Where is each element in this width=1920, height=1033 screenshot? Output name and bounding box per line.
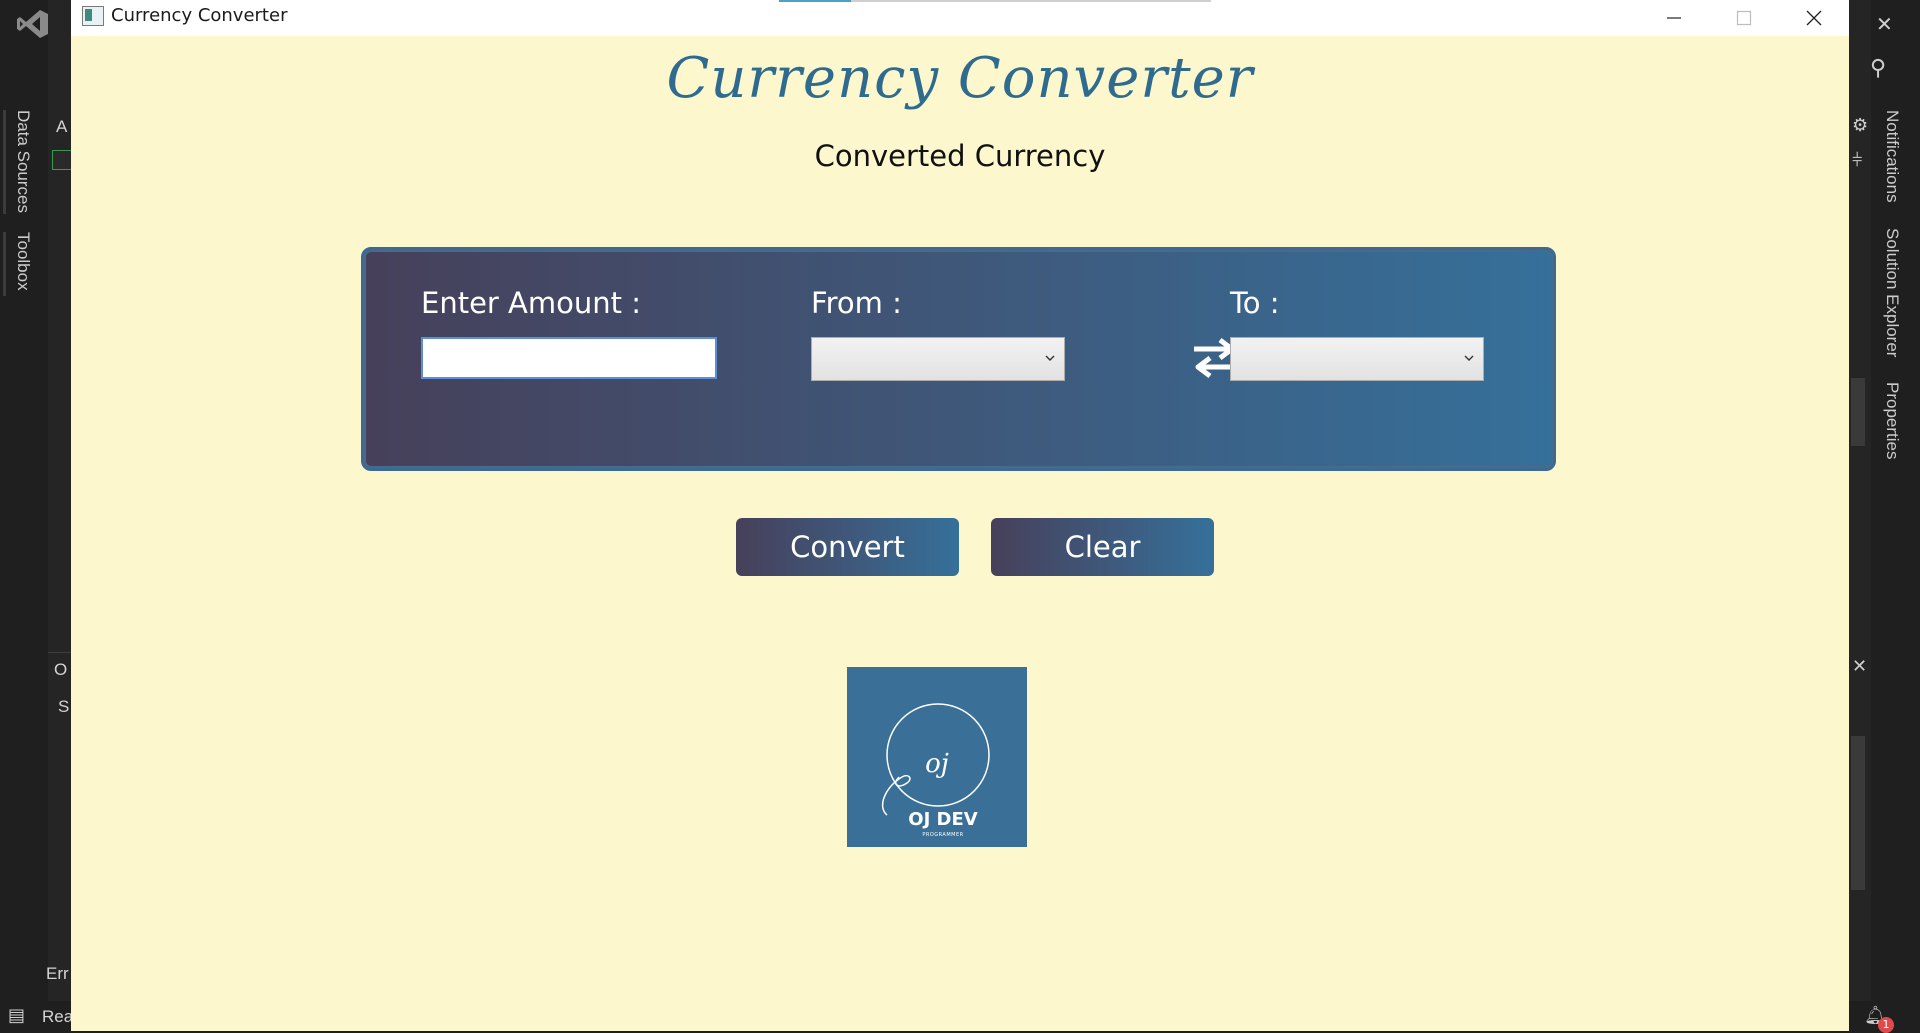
ide-tab-data-sources[interactable]: Data Sources: [13, 110, 33, 213]
ide-fragment: A: [56, 117, 68, 136]
maximize-icon: [1736, 10, 1752, 26]
status-text: Rea: [42, 1007, 74, 1026]
close-button[interactable]: [1779, 0, 1849, 36]
minimize-icon: [1667, 17, 1681, 19]
conversion-panel: Enter Amount : From : To :: [361, 247, 1556, 471]
visual-studio-logo-icon: [17, 10, 48, 38]
logo-name: OJ DEV: [908, 809, 978, 830]
oj-dev-logo: oj OJ DEV PROGRAMMER: [847, 667, 1027, 847]
logo-monogram: oj: [925, 749, 949, 779]
app-icon: [82, 6, 104, 26]
from-currency-dropdown[interactable]: [811, 337, 1065, 381]
ide-left-sidebar: Data Sources Toolbox: [0, 0, 48, 1033]
app-heading: Currency Converter: [666, 46, 1254, 111]
close-icon[interactable]: ✕: [1852, 658, 1867, 676]
logo-tagline: PROGRAMMER: [922, 832, 964, 838]
to-label: To :: [1230, 286, 1280, 320]
close-icon: [1806, 10, 1822, 26]
amount-label: Enter Amount :: [421, 286, 642, 320]
ide-fragment: O: [54, 660, 68, 679]
ide-tab-properties[interactable]: Properties: [1882, 382, 1902, 459]
feedback-icon[interactable]: ⚲: [1870, 58, 1886, 80]
window-title: Currency Converter: [111, 5, 288, 26]
ide-tab-marker: [3, 232, 6, 296]
ide-tab-toolbox[interactable]: Toolbox: [13, 232, 33, 291]
title-bar: Currency Converter: [71, 0, 1849, 36]
ide-tab-marker: [3, 110, 6, 214]
settings-gear-icon[interactable]: ⚙: [1852, 117, 1868, 135]
output-icon[interactable]: ▤: [8, 1007, 25, 1025]
pin-icon[interactable]: ⫩: [1852, 152, 1862, 170]
from-label: From :: [811, 286, 902, 320]
clear-button[interactable]: Clear: [991, 518, 1214, 576]
scrollbar[interactable]: [1851, 378, 1865, 446]
minimize-button[interactable]: [1639, 0, 1709, 36]
ide-fragment: S: [58, 697, 70, 716]
chevron-down-icon: [1464, 355, 1474, 361]
loading-indicator: [779, 0, 851, 2]
loading-track: [851, 0, 1211, 2]
amount-input[interactable]: [421, 337, 717, 379]
ide-tab-solution-explorer[interactable]: Solution Explorer: [1882, 228, 1902, 357]
to-currency-dropdown[interactable]: [1230, 337, 1484, 381]
notification-badge: 1: [1878, 1017, 1894, 1033]
chevron-down-icon: [1045, 355, 1055, 361]
currency-converter-window: Currency Converter Currency Converter Co…: [71, 0, 1849, 1031]
ide-tab-notifications[interactable]: Notifications: [1882, 110, 1902, 203]
convert-button[interactable]: Convert: [736, 518, 959, 576]
maximize-button[interactable]: [1709, 0, 1779, 36]
close-icon[interactable]: ✕: [1876, 14, 1893, 34]
scrollbar[interactable]: [1851, 736, 1865, 890]
ide-fragment: Err: [46, 964, 69, 983]
divider: [48, 652, 72, 653]
converted-currency-label: Converted Currency: [814, 139, 1106, 173]
